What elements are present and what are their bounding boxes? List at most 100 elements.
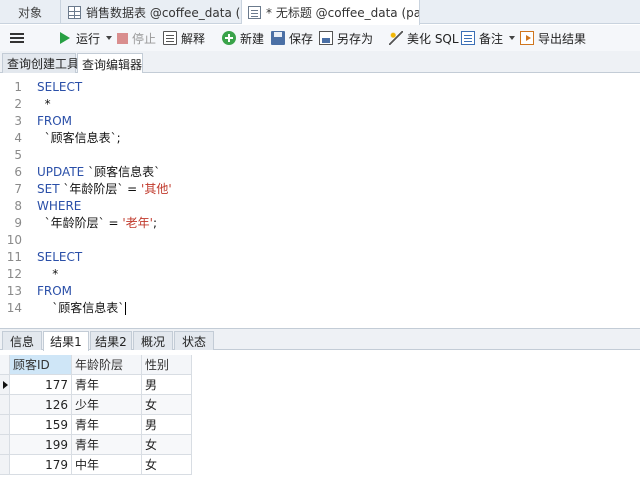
tab-overview-label: 概况 (140, 334, 165, 349)
cell-age-group[interactable]: 青年 (72, 375, 142, 395)
cell-age-group[interactable]: 中年 (72, 455, 142, 475)
code-text: * (44, 96, 51, 111)
row-indicator[interactable] (0, 455, 10, 475)
row-indicator[interactable] (0, 435, 10, 455)
magic-wand-icon (389, 31, 403, 45)
code-line: 4 `顾客信息表`; (0, 129, 640, 146)
tab-objects[interactable]: 对象 (0, 0, 60, 24)
stop-button-label: 停止 (132, 31, 157, 46)
tab-status-label: 状态 (181, 334, 206, 349)
tab-sales-table-label: 销售数据表 @coffee_data (p... (86, 5, 241, 20)
current-row-arrow-icon (3, 380, 8, 389)
cell-customer-id[interactable]: 159 (10, 415, 72, 435)
code-line: 11 SELECT (0, 248, 640, 265)
code-line: 6 UPDATE `顾客信息表` (0, 163, 640, 180)
stop-icon (117, 32, 128, 44)
line-number: 4 (14, 130, 22, 145)
editor-mode-tabs: 查询创建工具 查询编辑器 (0, 51, 640, 74)
text-cursor (125, 302, 127, 315)
row-indicator[interactable] (0, 415, 10, 435)
query-icon (248, 6, 261, 19)
table-row[interactable]: 177 青年 男 (0, 375, 192, 395)
cell-customer-id[interactable]: 199 (10, 435, 72, 455)
code-line: 14 `顾客信息表` (0, 299, 640, 316)
table-row[interactable]: 179 中年 女 (0, 455, 192, 475)
explain-icon (163, 31, 177, 45)
table-row[interactable]: 199 青年 女 (0, 435, 192, 455)
beautify-sql-button[interactable]: 美化 SQL (389, 27, 459, 49)
result-tab-bar: 信息 结果1 结果2 概况 状态 (0, 328, 640, 351)
stop-button[interactable]: 停止 (117, 27, 156, 49)
cell-customer-id[interactable]: 179 (10, 455, 72, 475)
cell-gender[interactable]: 女 (142, 455, 192, 475)
tab-info[interactable]: 信息 (2, 331, 42, 350)
code-text: `年龄阶层` = (44, 216, 123, 230)
run-button[interactable]: 运行 (60, 27, 113, 49)
code-text: `顾客信息表`; (44, 131, 121, 145)
cell-gender[interactable]: 女 (142, 435, 192, 455)
cell-customer-id[interactable]: 177 (10, 375, 72, 395)
tab-overview[interactable]: 概况 (133, 331, 173, 350)
grid-header-row: 顾客ID 年龄阶层 性别 (0, 355, 192, 375)
explain-button-label: 解释 (181, 31, 206, 46)
save-button-label: 保存 (289, 31, 314, 46)
save-as-button[interactable]: 另存为 (319, 27, 373, 49)
tab-query-editor[interactable]: 查询编辑器 (77, 53, 143, 74)
document-tab-bar: 对象 销售数据表 @coffee_data (p... * 无标题 @coffe… (0, 0, 640, 25)
run-button-label: 运行 (76, 31, 101, 46)
row-indicator[interactable] (0, 375, 10, 395)
sql-editor[interactable]: 1 SELECT 2 * 3 FROM 4 `顾客信息表`; 5 6 UPDAT… (0, 73, 640, 327)
tab-untitled-query[interactable]: * 无标题 @coffee_data (pac... (242, 0, 420, 25)
beautify-sql-button-label: 美化 SQL (407, 31, 459, 46)
column-header-customer-id[interactable]: 顾客ID (10, 355, 72, 375)
save-button[interactable]: 保存 (271, 27, 313, 49)
sql-keyword: FROM (37, 113, 73, 128)
new-button[interactable]: 新建 (222, 27, 264, 49)
tab-query-builder[interactable]: 查询创建工具 (2, 53, 79, 73)
cell-gender[interactable]: 男 (142, 415, 192, 435)
cell-age-group[interactable]: 青年 (72, 435, 142, 455)
cell-age-group[interactable]: 青年 (72, 415, 142, 435)
cell-age-group[interactable]: 少年 (72, 395, 142, 415)
line-number: 6 (14, 164, 22, 179)
export-result-button[interactable]: 导出结果 (520, 27, 586, 49)
table-row[interactable]: 126 少年 女 (0, 395, 192, 415)
line-number: 13 (6, 283, 22, 298)
row-indicator-header (0, 355, 10, 375)
sql-keyword: WHERE (37, 198, 82, 213)
tab-result-1[interactable]: 结果1 (43, 331, 89, 351)
code-line: 9 `年龄阶层` = '老年'; (0, 214, 640, 231)
code-line: 13 FROM (0, 282, 640, 299)
tab-result-2[interactable]: 结果2 (90, 331, 132, 350)
tab-status[interactable]: 状态 (174, 331, 214, 350)
note-icon (461, 31, 475, 45)
code-text: * (52, 266, 59, 281)
line-number: 14 (6, 300, 22, 315)
tab-result-2-label: 结果2 (95, 334, 127, 349)
sql-keyword: SELECT (37, 79, 83, 94)
cell-gender[interactable]: 女 (142, 395, 192, 415)
sql-keyword: FROM (37, 283, 73, 298)
chevron-down-icon[interactable] (509, 36, 516, 40)
explain-button[interactable]: 解释 (163, 27, 205, 49)
menu-button[interactable] (10, 27, 28, 49)
note-button[interactable]: 备注 (461, 27, 516, 49)
export-icon (520, 31, 534, 45)
add-icon (222, 31, 236, 45)
tab-untitled-query-label: * 无标题 @coffee_data (pac... (266, 6, 420, 20)
row-indicator[interactable] (0, 395, 10, 415)
cell-customer-id[interactable]: 126 (10, 395, 72, 415)
table-row[interactable]: 159 青年 男 (0, 415, 192, 435)
column-header-age-group[interactable]: 年龄阶层 (72, 355, 142, 375)
tab-sales-table[interactable]: 销售数据表 @coffee_data (p... (60, 0, 242, 24)
line-number: 2 (14, 96, 22, 111)
cell-gender[interactable]: 男 (142, 375, 192, 395)
column-header-gender[interactable]: 性别 (142, 355, 192, 375)
sql-keyword: SET (37, 182, 60, 196)
line-number: 8 (14, 198, 22, 213)
chevron-down-icon[interactable] (106, 36, 113, 40)
code-line: 10 (0, 231, 640, 248)
